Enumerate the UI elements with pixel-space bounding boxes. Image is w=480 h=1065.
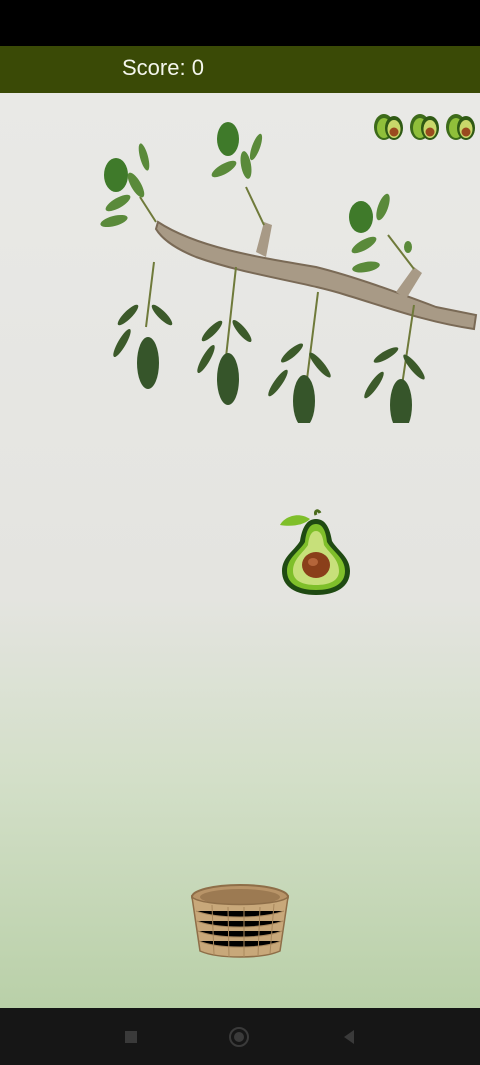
basket-icon[interactable] — [188, 883, 292, 959]
score-header: Score: 0 — [0, 46, 480, 93]
avocado-branch — [100, 122, 478, 423]
falling-avocado-icon — [280, 509, 350, 595]
game-area[interactable] — [0, 93, 480, 1008]
score-label: Score: 0 — [122, 55, 204, 80]
status-bar — [0, 0, 480, 46]
back-icon[interactable] — [338, 1026, 360, 1048]
home-icon[interactable] — [228, 1026, 250, 1048]
recent-apps-icon[interactable] — [120, 1026, 142, 1048]
system-navigation-bar — [0, 1008, 480, 1065]
